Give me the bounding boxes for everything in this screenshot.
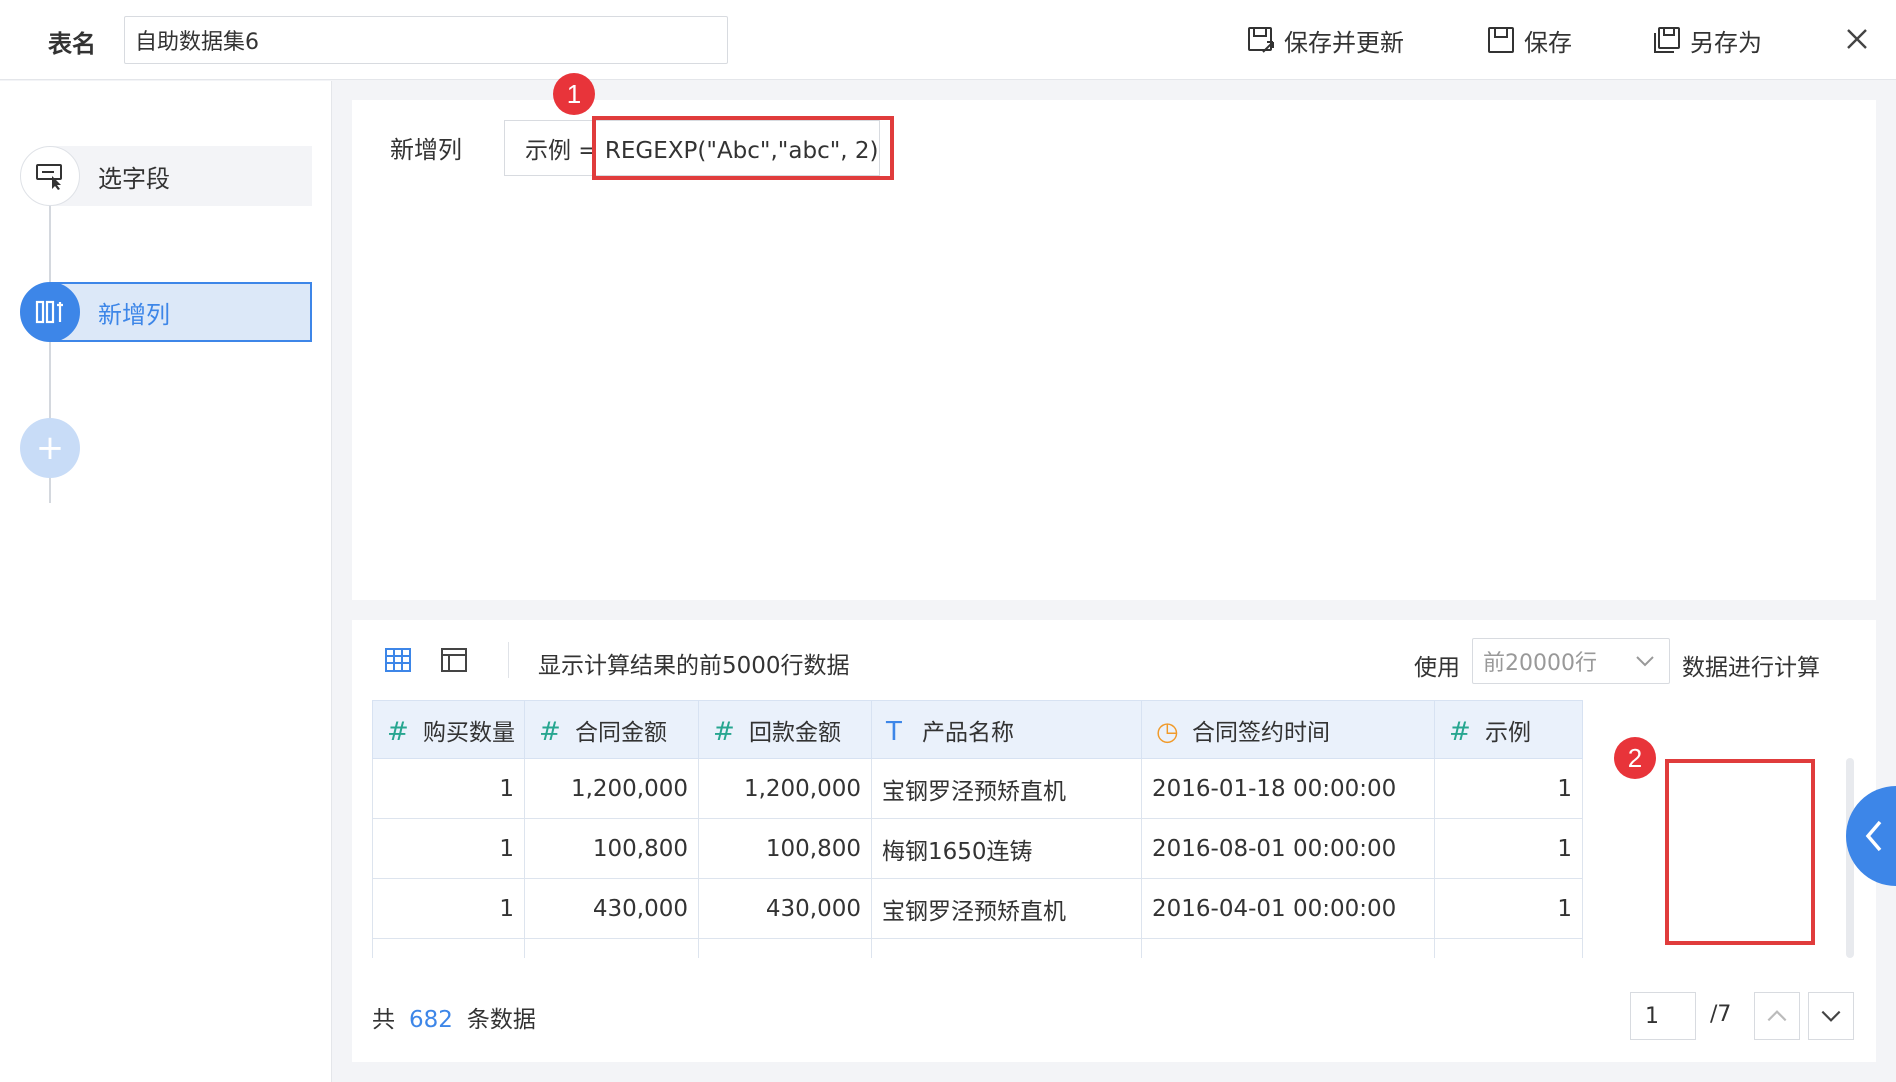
chevron-down-icon: [1821, 1010, 1841, 1022]
save-update-icon: [1248, 27, 1274, 53]
save-button[interactable]: 保存: [1486, 20, 1572, 60]
save-and-update-button[interactable]: 保存并更新: [1246, 20, 1404, 60]
layout-view-icon[interactable]: [438, 644, 470, 676]
table-cell: 1: [372, 758, 525, 819]
table-cell: 宝钢罗泾预矫直机: [871, 878, 1142, 939]
chevron-up-icon: [1767, 1010, 1787, 1022]
table-cell: 430,000: [698, 878, 872, 939]
column-header[interactable]: # 合同金额: [524, 700, 699, 759]
annotation-badge-1: 1: [553, 73, 595, 115]
number-type-icon: #: [1449, 716, 1471, 747]
next-page-button[interactable]: [1808, 992, 1854, 1040]
table-cell: 1,200,000: [524, 758, 699, 819]
grid-view-icon[interactable]: [382, 644, 414, 676]
column-header[interactable]: T 产品名称: [871, 700, 1142, 759]
table-row: 1 100,800 100,800 梅钢1650连铸 2016-08-01 00…: [372, 818, 1845, 879]
total-count-value: 682: [409, 1007, 453, 1033]
chevron-down-icon: [1636, 656, 1654, 667]
table-cell: 1: [1434, 818, 1583, 879]
save-icon: [1488, 27, 1514, 53]
table-name-label: 表名: [48, 30, 96, 58]
number-type-icon: #: [539, 716, 561, 747]
add-column-icon: [20, 282, 80, 342]
column-header[interactable]: ◷ 合同签约时间: [1141, 700, 1435, 759]
save-and-update-label: 保存并更新: [1284, 28, 1404, 57]
clock-type-icon: ◷: [1156, 716, 1179, 747]
table-cell: 1,200,000: [698, 758, 872, 819]
formula-panel: 新增列 示例 = REGEXP("Abc","abc", 2): [352, 100, 1876, 600]
save-as-icon: [1654, 27, 1680, 53]
table-cell: 1: [1434, 878, 1583, 939]
step-select-fields[interactable]: 选字段: [20, 146, 312, 206]
number-type-icon: #: [713, 716, 735, 747]
table-cell: 1: [372, 878, 525, 939]
save-as-label: 另存为: [1690, 28, 1762, 57]
page-total: /7: [1710, 1002, 1732, 1027]
step-add-column[interactable]: 新增列: [20, 282, 312, 342]
table-cell: 430,000: [524, 878, 699, 939]
top-bar: 表名 保存并更新 保存 另存为: [0, 0, 1896, 80]
formula-expression[interactable]: 示例 = REGEXP("Abc","abc", 2): [504, 120, 880, 176]
table-row: [372, 938, 1845, 958]
number-type-icon: #: [387, 716, 409, 747]
select-fields-icon: [20, 146, 80, 206]
formula-label: 新增列: [390, 136, 462, 164]
previous-page-button[interactable]: [1754, 992, 1800, 1040]
row-limit-value: 前20000行: [1483, 651, 1597, 676]
preview-info-text: 显示计算结果的前5000行数据: [538, 653, 850, 679]
table-cell: 2016-08-01 00:00:00: [1141, 818, 1435, 879]
table-name-input[interactable]: [124, 16, 728, 64]
use-label: 使用: [1414, 655, 1460, 681]
steps-panel: 选字段 新增列 +: [0, 81, 332, 1082]
page-number-input[interactable]: [1630, 992, 1696, 1040]
text-type-icon: T: [886, 716, 902, 747]
table-cell: 100,800: [524, 818, 699, 879]
annotation-badge-2: 2: [1614, 737, 1656, 779]
formula-expression-text: 示例 = REGEXP("Abc","abc", 2): [525, 138, 879, 164]
data-table: # 购买数量 # 合同金额 # 回款金额 T 产品名称 ◷ 合同签约时间 # 示例 1 1,…: [372, 700, 1844, 958]
table-cell: 宝钢罗泾预矫直机: [871, 758, 1142, 819]
column-header[interactable]: # 购买数量: [372, 700, 525, 759]
toolbar-divider: [508, 642, 509, 678]
column-header[interactable]: # 回款金额: [698, 700, 872, 759]
plus-icon: +: [35, 428, 65, 468]
step-add-column-label: 新增列: [98, 300, 170, 329]
chevron-left-icon: [1865, 820, 1882, 852]
add-step-button[interactable]: +: [20, 418, 80, 478]
table-cell: 1: [372, 818, 525, 879]
total-prefix: 共: [372, 1007, 395, 1033]
step-select-fields-label: 选字段: [98, 164, 170, 193]
table-row: 1 430,000 430,000 宝钢罗泾预矫直机 2016-04-01 00…: [372, 878, 1845, 939]
total-count: 共 682 条数据: [372, 1000, 536, 1034]
close-icon[interactable]: [1840, 22, 1874, 56]
save-label: 保存: [1524, 28, 1572, 57]
save-as-button[interactable]: 另存为: [1652, 20, 1762, 60]
table-cell: 梅钢1650连铸: [871, 818, 1142, 879]
calc-label: 数据进行计算: [1682, 655, 1820, 681]
table-cell: 1: [1434, 758, 1583, 819]
total-suffix: 条数据: [466, 1007, 536, 1033]
table-cell: 100,800: [698, 818, 872, 879]
column-header[interactable]: # 示例: [1434, 700, 1583, 759]
table-cell: 2016-01-18 00:00:00: [1141, 758, 1435, 819]
data-preview-panel: 显示计算结果的前5000行数据 使用 前20000行 数据进行计算 # 购买数量 …: [352, 620, 1876, 1062]
row-limit-select[interactable]: 前20000行: [1472, 638, 1670, 684]
table-cell: 2016-04-01 00:00:00: [1141, 878, 1435, 939]
